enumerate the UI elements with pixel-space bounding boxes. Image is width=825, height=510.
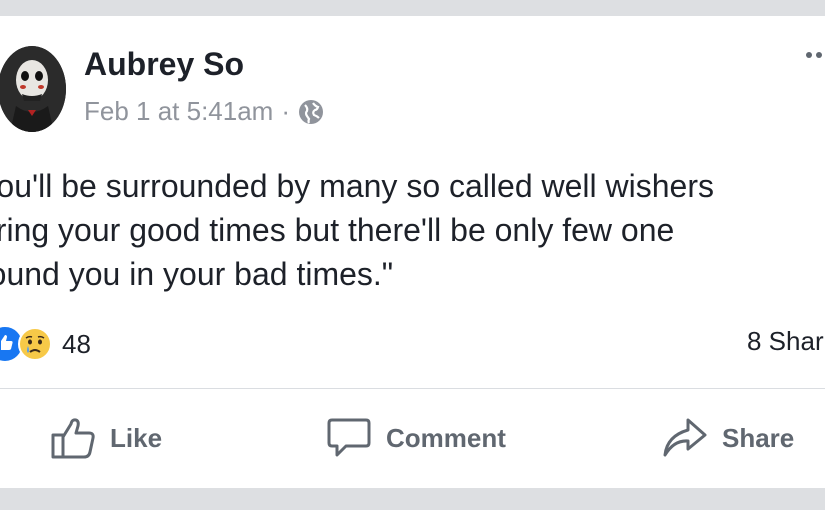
divider [0, 388, 825, 389]
post-text-line: You'll be surrounded by many so called w… [0, 168, 714, 204]
sad-reaction-icon [18, 327, 52, 361]
comment-button[interactable]: Comment [326, 414, 506, 462]
avatar-mask-image [0, 46, 66, 132]
post-meta: Feb 1 at 5:41am · [84, 96, 324, 127]
comment-label: Comment [386, 422, 506, 453]
thumbs-up-icon [51, 418, 95, 459]
post-text-line: round you in your bad times." [0, 256, 394, 292]
post-text-line: uring your good times but there'll be on… [0, 212, 675, 248]
share-icon [663, 418, 707, 457]
post-timestamp[interactable]: Feb 1 at 5:41am [84, 96, 273, 127]
share-button[interactable]: Share [662, 414, 794, 462]
reaction-count: 48 [62, 328, 91, 359]
meta-separator: · [281, 96, 291, 126]
reactions-summary[interactable]: 48 [0, 324, 91, 364]
author-name[interactable]: Aubrey So [84, 46, 244, 83]
like-button[interactable]: Like [50, 414, 162, 462]
comment-icon [327, 418, 371, 457]
more-options-icon[interactable] [806, 52, 825, 62]
share-label: Share [722, 422, 795, 453]
globe-icon[interactable] [298, 99, 324, 125]
like-label: Like [110, 422, 163, 453]
page: Aubrey So Feb 1 at 5:41am · You'll be su… [0, 0, 825, 510]
share-count[interactable]: 8 Shar [747, 326, 824, 357]
post-text: You'll be surrounded by many so called w… [0, 164, 825, 296]
post-card: Aubrey So Feb 1 at 5:41am · You'll be su… [0, 16, 825, 488]
avatar[interactable] [0, 46, 66, 132]
